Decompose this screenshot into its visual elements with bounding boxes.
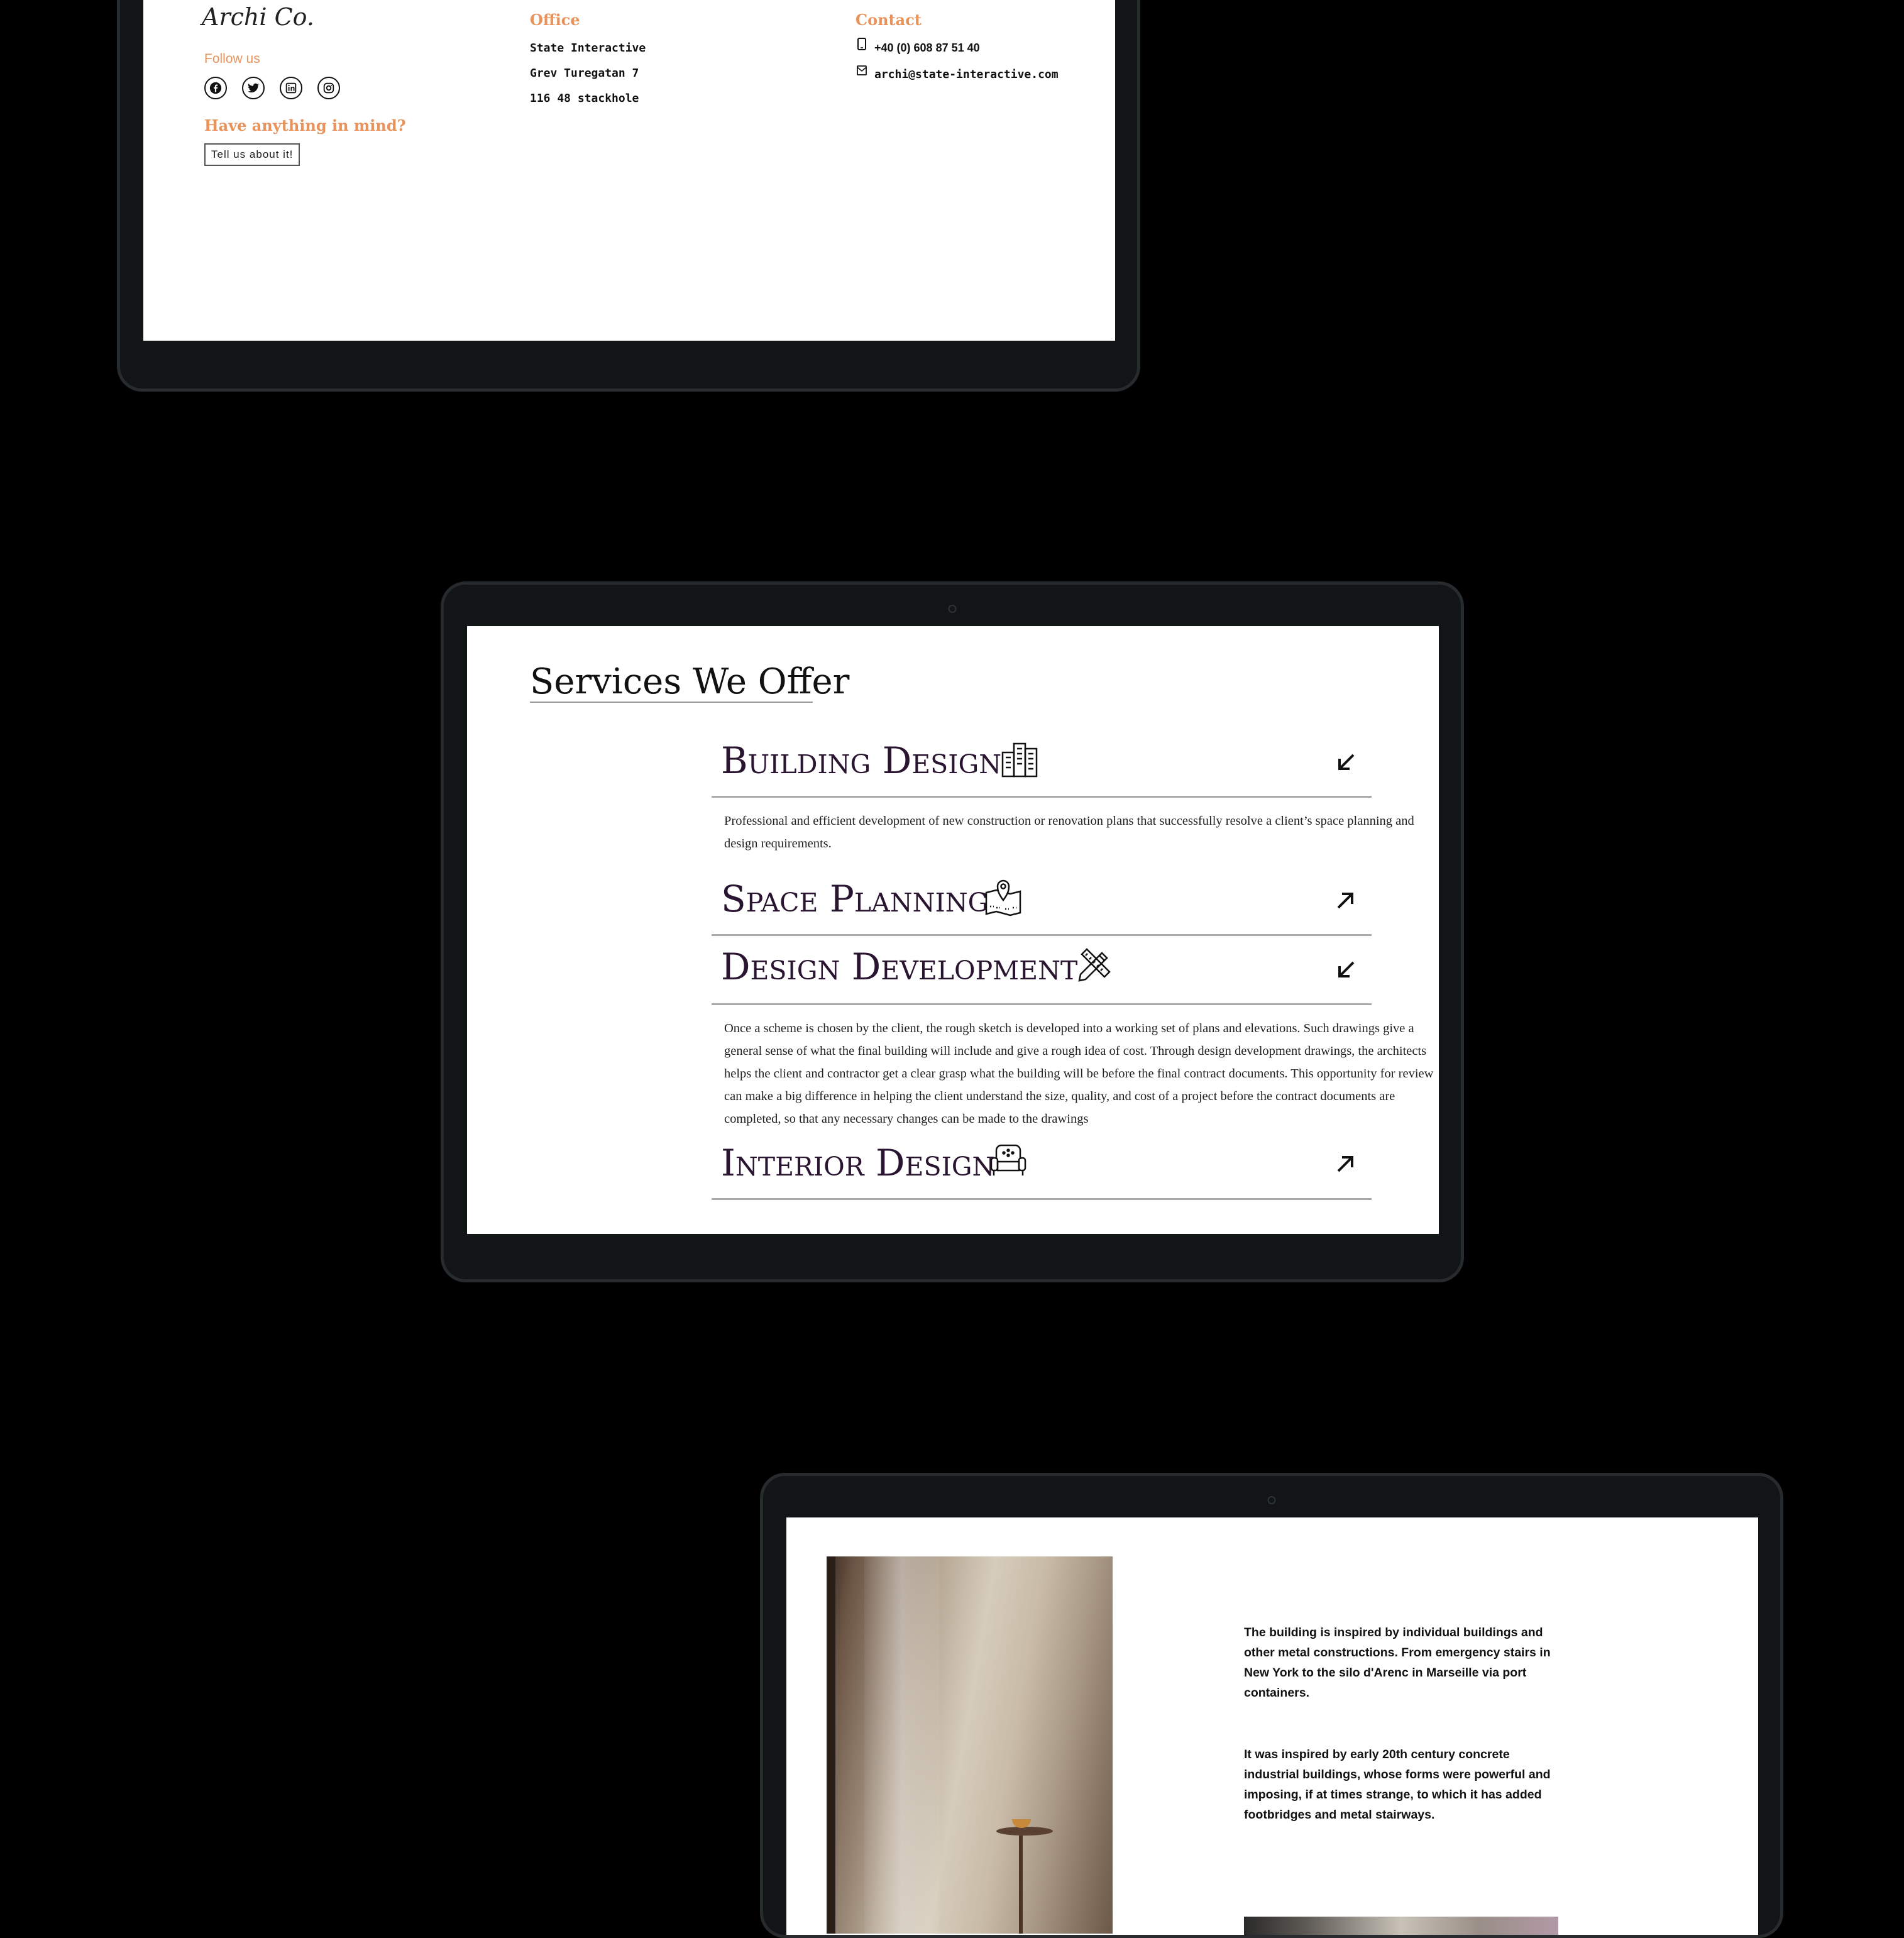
tablet-frame-services: Services We Offer Building Design Profes… [441,581,1464,1282]
office-line: Grev Turegatan 7 [530,67,639,80]
tablet-frame-footer: Archi Co. Follow us Have anything in min… [117,0,1140,392]
service-description-building-design: Professional and efficient development o… [724,814,1414,851]
cta-heading: Have anything in mind? [204,116,406,135]
service-title-space-planning[interactable]: Space Planning [721,878,988,920]
gallery-thumbnail[interactable] [1244,1917,1558,1935]
instagram-icon[interactable] [317,77,340,99]
brand-logo[interactable]: Archi Co. [202,3,314,31]
camera-dot [948,605,957,613]
curtain [864,1556,940,1934]
service-title-design-development[interactable]: Design Development [721,945,1077,988]
footer-screen: Archi Co. Follow us Have anything in min… [143,0,1115,341]
about-screen: The building is inspired by individual b… [786,1517,1758,1935]
side-table [996,1827,1053,1836]
about-paragraph-2: It was inspired by early 20th century co… [1244,1748,1551,1822]
pencil-ruler-icon [1078,948,1111,982]
office-line: 116 48 stackhole [530,92,639,105]
buildings-icon [1001,742,1038,778]
map-pin-icon [985,879,1021,917]
linkedin-icon[interactable] [280,77,302,99]
about-paragraph-1: The building is inspired by individual b… [1244,1626,1551,1700]
service-description-design-development: Once a scheme is chosen by the client, t… [724,1021,1434,1126]
arrow-up-right-icon[interactable] [1333,1151,1358,1176]
interior-photo [827,1556,1113,1934]
contact-email[interactable]: archi@state-interactive.com [874,68,1059,81]
twitter-icon[interactable] [242,77,265,99]
title-underline [530,702,813,703]
arrow-down-left-icon[interactable] [1333,957,1358,983]
service-title-building-design[interactable]: Building Design [721,739,1001,782]
contact-heading: Contact [856,11,922,29]
office-line: State Interactive [530,41,646,55]
service-title-interior-design[interactable]: Interior Design [721,1142,994,1184]
table-leg [1019,1836,1023,1934]
armchair-icon [990,1144,1026,1175]
service-divider [712,1003,1372,1005]
service-divider [712,934,1372,936]
tell-us-button[interactable]: Tell us about it! [204,143,300,166]
services-screen: Services We Offer Building Design Profes… [467,626,1439,1234]
office-heading: Office [530,11,580,29]
arrow-up-right-icon[interactable] [1333,888,1358,913]
tablet-frame-about: The building is inspired by individual b… [760,1473,1783,1938]
window-frame [827,1556,835,1934]
camera-dot [1267,1496,1276,1504]
arrow-down-left-icon[interactable] [1333,750,1358,775]
services-title: Services We Offer [530,661,850,702]
email-icon [857,65,867,75]
follow-us-label: Follow us [204,52,260,66]
phone-icon [857,38,866,50]
contact-phone[interactable]: +40 (0) 608 87 51 40 [874,41,980,55]
facebook-icon[interactable] [204,77,227,99]
service-divider [712,796,1372,798]
service-divider [712,1198,1372,1200]
